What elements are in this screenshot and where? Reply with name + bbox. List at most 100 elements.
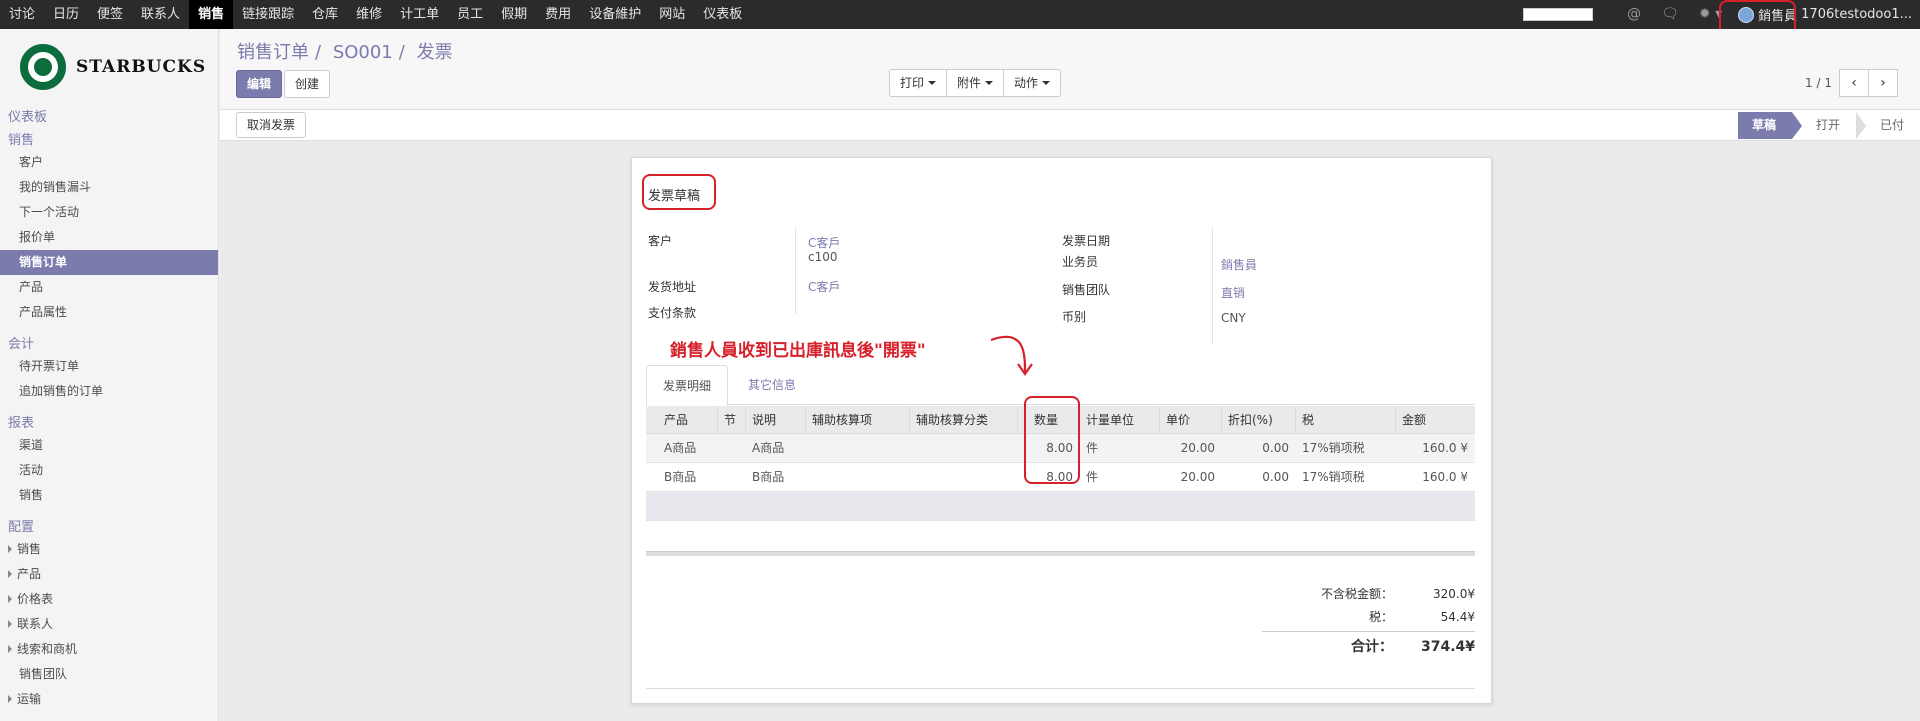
col-discount[interactable]: 折扣(%) bbox=[1222, 406, 1296, 433]
sidebar-section-accounting: 会计 bbox=[8, 337, 35, 352]
col-uom[interactable]: 计量单位 bbox=[1080, 406, 1160, 433]
col-unit-price[interactable]: 单价 bbox=[1160, 406, 1222, 433]
col-aux-category[interactable]: 辅助核算分类 bbox=[910, 406, 1018, 433]
total-amount-row: 合计： 374.4¥ bbox=[1172, 634, 1475, 660]
state-arrow-icon bbox=[1855, 112, 1866, 139]
action-buttons: 打印 附件 动作 bbox=[889, 69, 1062, 97]
attachment-dropdown[interactable]: 附件 bbox=[946, 69, 1005, 97]
menu-item-website[interactable]: 网站 bbox=[650, 0, 694, 29]
state-open[interactable]: 打开 bbox=[1801, 112, 1856, 139]
sidebar-item-product-attributes[interactable]: 产品属性 bbox=[0, 300, 218, 325]
sidebar-item-config-teams[interactable]: 销售团队 bbox=[0, 662, 218, 687]
sidebar-item-upsell[interactable]: 追加销售的订单 bbox=[0, 379, 218, 404]
at-icon[interactable]: @ bbox=[1627, 0, 1641, 29]
sidebar-section-config: 配置 bbox=[8, 520, 35, 535]
col-section[interactable]: 节 bbox=[718, 406, 746, 433]
salesperson-field[interactable]: 銷售員 bbox=[1221, 256, 1257, 273]
menu-item-sales[interactable]: 销售 bbox=[189, 0, 234, 29]
caret-right-icon bbox=[8, 545, 12, 553]
caret-down-icon bbox=[985, 81, 994, 85]
annotation-text: 銷售人員收到已出庫訊息後"開票" bbox=[670, 341, 926, 361]
sidebar-item-config-leads[interactable]: 线索和商机 bbox=[0, 637, 218, 662]
sidebar-item-config-products[interactable]: 产品 bbox=[0, 562, 218, 587]
currency-field[interactable]: CNY bbox=[1221, 311, 1246, 325]
menu-item-employees[interactable]: 员工 bbox=[448, 0, 492, 29]
total-amount-value: 374.4¥ bbox=[1420, 639, 1475, 655]
sidebar-section-reports: 报表 bbox=[8, 416, 35, 431]
print-dropdown[interactable]: 打印 bbox=[889, 69, 948, 97]
menu-item-contacts[interactable]: 联系人 bbox=[132, 0, 189, 29]
customer-field[interactable]: C客戶 bbox=[808, 234, 840, 251]
app-menu: 讨论 日历 便签 联系人 销售 链接跟踪 仓库 维修 计工单 员工 假期 费用 … bbox=[0, 0, 751, 29]
menu-item-notes[interactable]: 便签 bbox=[88, 0, 132, 29]
starbucks-logo-icon bbox=[20, 43, 66, 90]
delivery-address-label: 发货地址 bbox=[648, 280, 697, 294]
pager-count: 1 / 1 bbox=[1805, 76, 1832, 90]
sidebar-link-dashboard[interactable]: 仪表板 bbox=[0, 104, 218, 127]
sales-team-field[interactable]: 直销 bbox=[1221, 284, 1245, 301]
tax-amount-row: 税： 54.4¥ bbox=[1172, 606, 1475, 629]
tab-other-info[interactable]: 其它信息 bbox=[732, 365, 812, 405]
table-empty-row[interactable] bbox=[646, 492, 1475, 521]
sidebar-item-config-sales[interactable]: 销售 bbox=[0, 537, 218, 562]
sidebar-item-customers[interactable]: 客户 bbox=[0, 150, 218, 175]
sidebar-item-next-activities[interactable]: 下一个活动 bbox=[0, 200, 218, 225]
tab-invoice-lines[interactable]: 发票明细 bbox=[646, 365, 729, 406]
caret-right-icon bbox=[8, 570, 12, 578]
caret-right-icon bbox=[8, 595, 12, 603]
sidebar-section-sales: 销售 bbox=[8, 133, 35, 148]
sidebar-item-to-invoice[interactable]: 待开票订单 bbox=[0, 354, 218, 379]
sidebar-item-sales-orders[interactable]: 销售订单 bbox=[0, 250, 218, 275]
untaxed-amount-value: 320.0¥ bbox=[1433, 587, 1475, 601]
pager-next-button[interactable]: › bbox=[1868, 69, 1898, 97]
breadcrumb-sales-orders[interactable]: 销售订单 bbox=[237, 42, 309, 63]
menu-item-maintenance[interactable]: 设备維护 bbox=[580, 0, 650, 29]
menu-item-leaves[interactable]: 假期 bbox=[492, 0, 536, 29]
menu-item-link-tracker[interactable]: 链接跟踪 bbox=[233, 0, 303, 29]
delivery-address-field[interactable]: C客戶 bbox=[808, 278, 840, 295]
menu-item-inventory[interactable]: 仓库 bbox=[303, 0, 347, 29]
create-button[interactable]: 创建 bbox=[284, 70, 331, 98]
sidebar-item-activities[interactable]: 活动 bbox=[0, 458, 218, 483]
company-logo[interactable]: STARBUCKS bbox=[0, 29, 218, 104]
state-draft[interactable]: 草稿 bbox=[1737, 112, 1792, 139]
sidebar-item-products[interactable]: 产品 bbox=[0, 275, 218, 300]
state-paid[interactable]: 已付 bbox=[1865, 112, 1920, 139]
edit-button[interactable]: 编辑 bbox=[236, 70, 283, 98]
status-bar: 取消发票 草稿 打开 已付 bbox=[220, 110, 1920, 141]
menu-item-repair[interactable]: 维修 bbox=[347, 0, 391, 29]
sidebar-item-config-pricelists[interactable]: 价格表 bbox=[0, 587, 218, 612]
sheet-bottom-divider bbox=[646, 688, 1475, 689]
col-description[interactable]: 说明 bbox=[746, 406, 806, 433]
tax-amount-value: 54.4¥ bbox=[1440, 610, 1475, 624]
pager-previous-button[interactable]: ‹ bbox=[1839, 69, 1869, 97]
payment-terms-label: 支付条款 bbox=[648, 306, 697, 320]
sidebar-item-quotations[interactable]: 报价单 bbox=[0, 225, 218, 250]
chat-icon[interactable]: 🗨︎ bbox=[1661, 0, 1679, 29]
sidebar-item-config-shipping[interactable]: 运输 bbox=[0, 687, 218, 712]
action-dropdown[interactable]: 动作 bbox=[1003, 69, 1062, 97]
cancel-invoice-button[interactable]: 取消发票 bbox=[236, 112, 307, 138]
sidebar-item-config-contacts[interactable]: 联系人 bbox=[0, 612, 218, 637]
sidebar-item-my-pipeline[interactable]: 我的销售漏斗 bbox=[0, 175, 218, 200]
sidebar: STARBUCKS 仪表板 销售 客户 我的销售漏斗 下一个活动 报价单 销售订… bbox=[0, 29, 219, 721]
menu-item-expenses[interactable]: 费用 bbox=[536, 0, 580, 29]
caret-right-icon bbox=[8, 645, 12, 653]
sidebar-item-sales-report[interactable]: 销售 bbox=[0, 483, 218, 508]
col-aux-item[interactable]: 辅助核算项 bbox=[806, 406, 910, 433]
invoice-date-label: 发票日期 bbox=[1062, 234, 1111, 248]
control-panel: 销售订单 / SO001/ 发票 编辑 创建 打印 附件 动作 1 / 1 ‹ › bbox=[220, 29, 1920, 110]
breadcrumb-invoice: 发票 bbox=[416, 42, 453, 63]
menu-item-discuss[interactable]: 讨论 bbox=[0, 0, 44, 29]
invoice-sheet: 发票草稿 客户 C客戶 c100 发货地址 C客戶 支付条款 发票日期 业务员 … bbox=[631, 157, 1492, 704]
menu-item-calendar[interactable]: 日历 bbox=[44, 0, 88, 29]
col-product[interactable]: 产品 bbox=[646, 406, 718, 433]
breadcrumb-so001[interactable]: SO001 bbox=[333, 42, 393, 63]
menu-item-dashboard[interactable]: 仪表板 bbox=[694, 0, 751, 29]
customer-label: 客户 bbox=[648, 234, 673, 248]
col-amount[interactable]: 金额 bbox=[1396, 406, 1475, 433]
col-tax[interactable]: 税 bbox=[1296, 406, 1396, 433]
menu-item-timesheet[interactable]: 计工单 bbox=[391, 0, 448, 29]
sidebar-item-channels[interactable]: 渠道 bbox=[0, 433, 218, 458]
annotation-box-title bbox=[642, 174, 716, 210]
